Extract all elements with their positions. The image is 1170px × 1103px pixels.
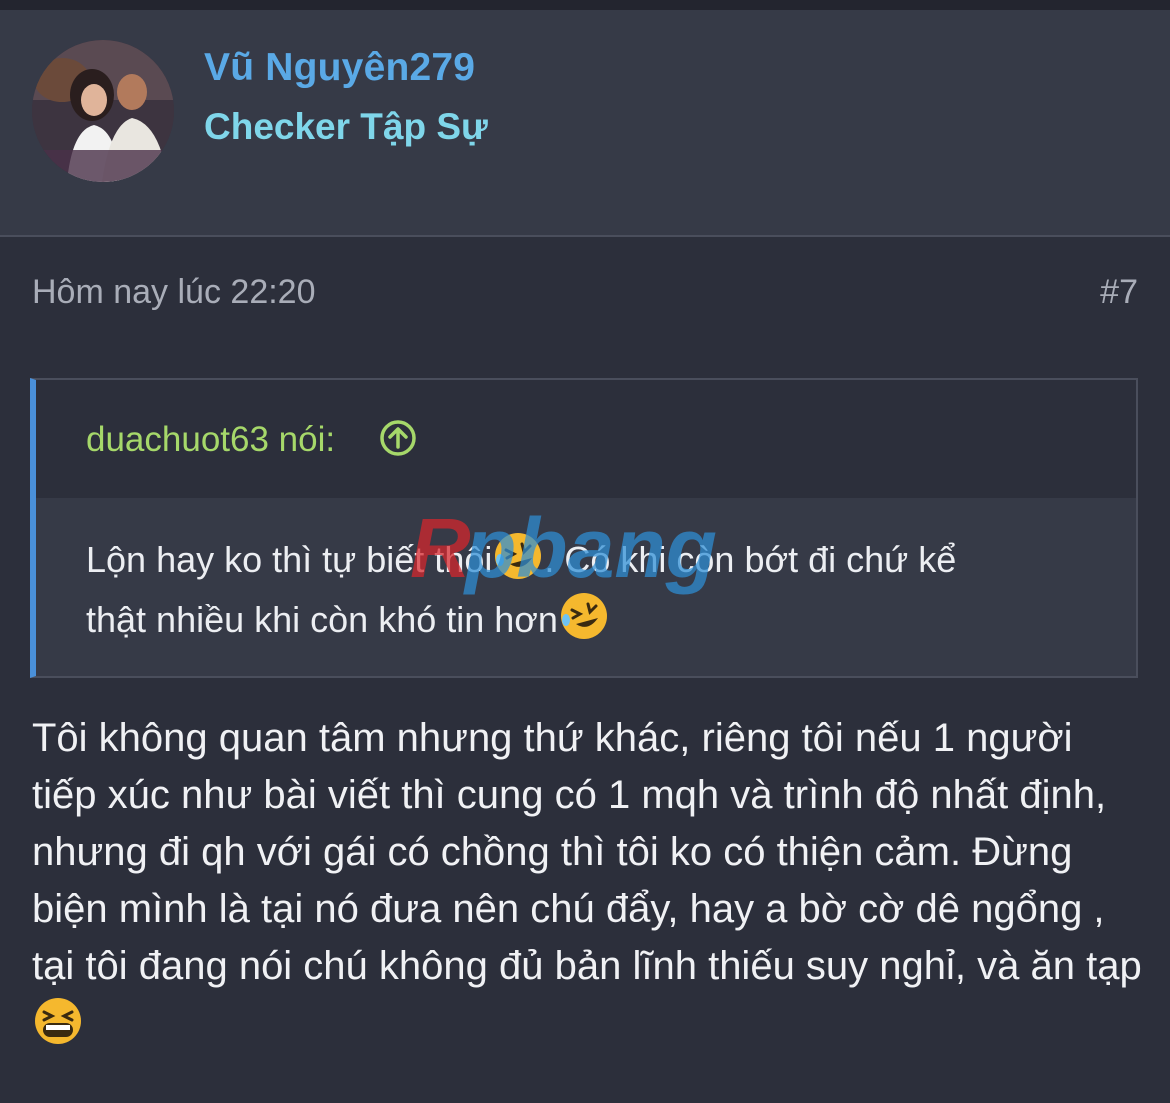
forum-post-page: Vũ Nguyên279 Checker Tập Sự Hôm nay lúc … [0,0,1170,1103]
watermark-logo: R pbang [410,505,717,595]
quote-author-label[interactable]: duachuot63 nói: [86,420,335,460]
username-link[interactable]: Vũ Nguyên279 [204,46,475,90]
quote-header: duachuot63 nói: [36,380,1136,498]
post-timestamp[interactable]: Hôm nay lúc 22:20 [32,273,316,312]
post-number-link[interactable]: #7 [1100,273,1138,312]
svg-text:R: R [410,505,471,595]
user-rank-title: Checker Tập Sự [204,106,488,147]
post-message-text: Tôi không quan tâm nhưng thứ khác, riêng… [32,716,1142,988]
avatar-photo [32,40,174,182]
arrow-up-circle-icon[interactable] [378,418,418,458]
quote-text-line2: thật nhiều khi còn khó tin hơn [86,599,558,640]
top-divider [0,0,1170,10]
svg-text:pbang: pbang [463,505,717,595]
grinning-squint-emoji-icon [35,998,81,1044]
post-author-header: Vũ Nguyên279 Checker Tập Sự [0,10,1170,237]
post-meta-bar: Hôm nay lúc 22:20 #7 [0,237,1170,347]
user-avatar[interactable] [32,40,174,182]
post-message-body: Tôi không quan tâm nhưng thứ khác, riêng… [32,710,1142,1053]
